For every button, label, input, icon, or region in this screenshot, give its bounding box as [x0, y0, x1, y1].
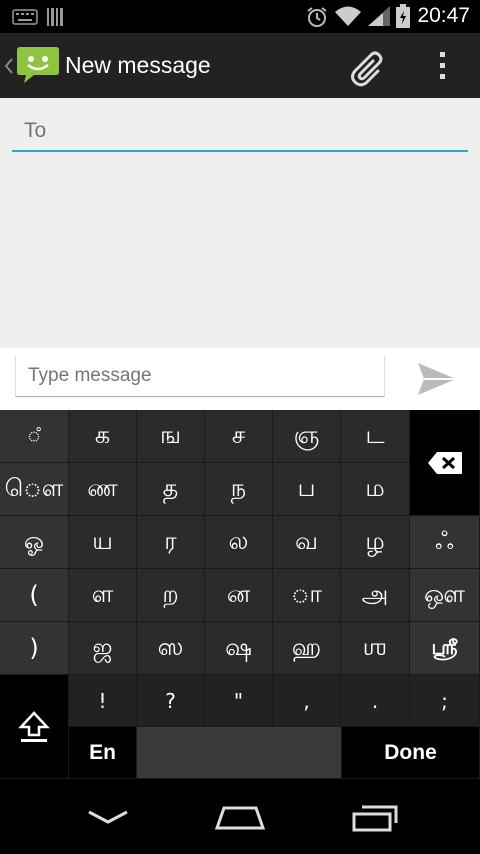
key-punct-5[interactable]: .	[341, 675, 410, 727]
key-row2-2[interactable]: த	[137, 463, 205, 516]
key-side-2[interactable]: ௌ	[0, 463, 69, 516]
back-chevron-icon	[4, 58, 13, 74]
key-row1-4[interactable]: ஞ	[273, 410, 341, 463]
attach-button[interactable]	[340, 33, 396, 98]
shift-icon	[18, 710, 50, 742]
clock: 20:47	[417, 4, 470, 27]
key-row2-5[interactable]: ம	[341, 463, 410, 516]
key-punct-4[interactable]: ,	[273, 675, 341, 727]
nav-back-button[interactable]	[68, 795, 148, 839]
key-row2-3[interactable]: ந	[205, 463, 273, 516]
keyboard: ஂ ௌ ஓ ( ) க ங ச ஞ ட ண த ந ப ம ய ர ல வ ழ …	[0, 410, 480, 779]
done-key[interactable]: Done	[342, 727, 480, 779]
overflow-menu-button[interactable]	[420, 33, 470, 98]
keyboard-icon	[12, 9, 38, 25]
key-punct-3[interactable]: "	[205, 675, 273, 727]
key-row4-1[interactable]: ள	[69, 569, 137, 622]
key-row1-5[interactable]: ட	[341, 410, 410, 463]
key-row5-2[interactable]: ஸ	[137, 622, 205, 675]
key-row4-2[interactable]: ற	[137, 569, 205, 622]
home-icon	[214, 806, 266, 830]
key-row4-5[interactable]: அ	[341, 569, 410, 622]
wifi-icon	[335, 6, 361, 26]
send-icon	[418, 363, 456, 395]
recipient-field[interactable]	[12, 112, 468, 152]
backspace-key[interactable]	[410, 410, 480, 516]
key-side-4[interactable]: (	[0, 569, 69, 622]
up-button[interactable]	[0, 33, 62, 98]
battery-icon	[396, 4, 410, 28]
key-row3-2[interactable]: ர	[137, 516, 205, 569]
key-row4-3[interactable]: ன	[205, 569, 273, 622]
signal-icon	[368, 6, 390, 26]
overflow-menu-icon	[440, 52, 445, 79]
send-button[interactable]	[408, 354, 468, 404]
key-side-5[interactable]: )	[0, 622, 69, 675]
message-input[interactable]	[26, 364, 370, 388]
recents-icon	[352, 805, 398, 832]
message-bar	[0, 348, 480, 410]
language-key[interactable]: En	[69, 727, 137, 779]
key-row1-3[interactable]: ச	[205, 410, 273, 463]
navigation-bar	[0, 779, 480, 854]
key-row3-3[interactable]: ல	[205, 516, 273, 569]
space-key[interactable]	[137, 727, 342, 779]
key-row2-1[interactable]: ண	[69, 463, 137, 516]
nav-recents-button[interactable]	[334, 795, 414, 839]
page-title: New message	[65, 52, 211, 78]
action-bar: New message	[0, 33, 480, 99]
key-row5-5[interactable]: ஶ	[341, 622, 410, 675]
recipient-input[interactable]	[22, 118, 446, 144]
key-row2-4[interactable]: ப	[273, 463, 341, 516]
message-field[interactable]	[15, 356, 385, 397]
key-row3-4[interactable]: வ	[273, 516, 341, 569]
status-bar: 20:47	[0, 0, 480, 33]
shift-key[interactable]	[0, 675, 69, 779]
barcode-icon	[47, 8, 63, 26]
key-punct-2[interactable]: ?	[137, 675, 205, 727]
key-row5-3[interactable]: ஷ	[205, 622, 273, 675]
key-right-1[interactable]: ஃ	[410, 516, 480, 569]
key-right-3[interactable]: ஸ்ரீ	[410, 622, 480, 675]
key-row4-4[interactable]: ா	[273, 569, 341, 622]
recipient-area	[0, 98, 480, 348]
key-row1-2[interactable]: ங	[137, 410, 205, 463]
key-row3-1[interactable]: ய	[69, 516, 137, 569]
key-side-3[interactable]: ஓ	[0, 516, 69, 569]
messaging-app-icon	[17, 47, 59, 83]
backspace-icon	[427, 451, 462, 474]
key-punct-6[interactable]: ;	[410, 675, 480, 727]
chevron-down-icon	[88, 810, 128, 824]
key-row5-4[interactable]: ஹ	[273, 622, 341, 675]
key-punct-1[interactable]: !	[69, 675, 137, 727]
key-row3-5[interactable]: ழ	[341, 516, 410, 569]
nav-home-button[interactable]	[200, 795, 280, 839]
key-row5-1[interactable]: ஜ	[69, 622, 137, 675]
attach-icon	[351, 51, 383, 87]
alarm-icon	[307, 7, 327, 27]
key-right-2[interactable]: ஔ	[410, 569, 480, 622]
key-row1-1[interactable]: க	[69, 410, 137, 463]
key-side-1[interactable]: ஂ	[0, 410, 69, 463]
